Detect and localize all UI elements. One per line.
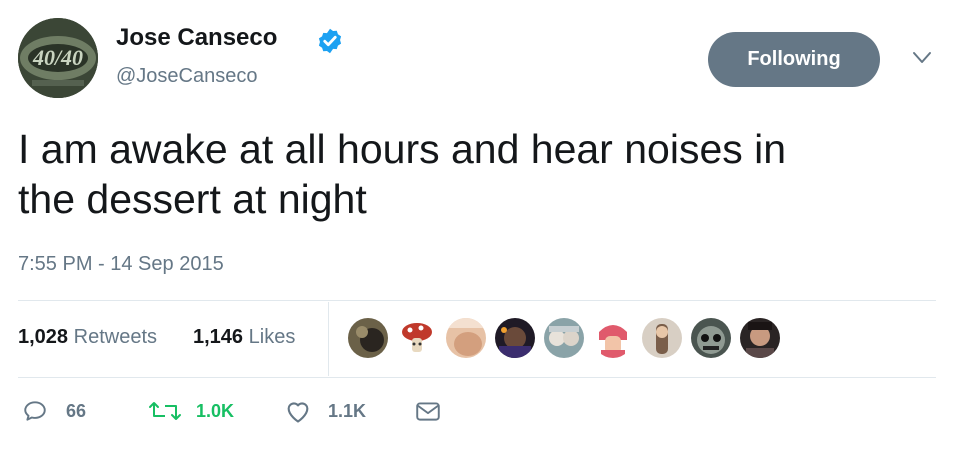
author-name[interactable]: Jose Canseco <box>116 24 277 52</box>
heart-icon <box>287 402 309 423</box>
retweet-count: 1.0K <box>196 400 235 421</box>
author-handle[interactable]: @JoseCanseco <box>116 65 257 88</box>
retweet-button[interactable]: 1.0K <box>148 398 234 424</box>
liker-avatar[interactable] <box>593 318 633 358</box>
liker-avatar[interactable] <box>446 318 486 358</box>
liker-avatar[interactable] <box>397 318 437 358</box>
retweets-stat[interactable]: 1,028 Retweets <box>18 326 157 349</box>
tweet-timestamp[interactable]: 7:55 PM - 14 Sep 2015 <box>18 253 224 276</box>
chevron-down-icon[interactable] <box>910 50 934 66</box>
message-icon <box>416 402 440 421</box>
liker-avatar[interactable] <box>691 318 731 358</box>
retweet-icon <box>149 402 181 420</box>
likes-count: 1,146 <box>193 326 244 348</box>
divider-bottom <box>18 377 936 378</box>
liker-avatar[interactable] <box>495 318 535 358</box>
like-count: 1.1K <box>328 400 367 421</box>
likes-label: Likes <box>248 326 296 348</box>
stats-divider <box>328 302 329 376</box>
reply-button[interactable]: 66 <box>22 398 86 424</box>
liker-avatar[interactable] <box>642 318 682 358</box>
author-avatar[interactable]: 40/40 <box>18 18 98 98</box>
tweet-text-line-2: the dessert at night <box>18 176 367 222</box>
liker-avatar[interactable] <box>348 318 388 358</box>
retweets-count: 1,028 <box>18 326 69 348</box>
following-button[interactable]: Following <box>708 32 880 87</box>
retweets-label: Retweets <box>73 326 157 348</box>
avatar-logo-text: 40/40 <box>32 45 83 70</box>
liker-avatar[interactable] <box>740 318 780 358</box>
tweet-text: I am awake at all hours and hear noises … <box>18 124 918 224</box>
like-button[interactable]: 1.1K <box>284 398 366 424</box>
tweet-text-line-1: I am awake at all hours and hear noises … <box>18 126 787 172</box>
reply-icon <box>24 401 46 421</box>
likes-stat[interactable]: 1,146 Likes <box>193 326 295 349</box>
divider-top <box>18 300 936 301</box>
likers-avatars <box>348 318 789 358</box>
direct-message-button[interactable] <box>414 398 442 424</box>
reply-count: 66 <box>66 400 87 421</box>
liker-avatar[interactable] <box>544 318 584 358</box>
verified-badge-icon <box>318 28 342 54</box>
